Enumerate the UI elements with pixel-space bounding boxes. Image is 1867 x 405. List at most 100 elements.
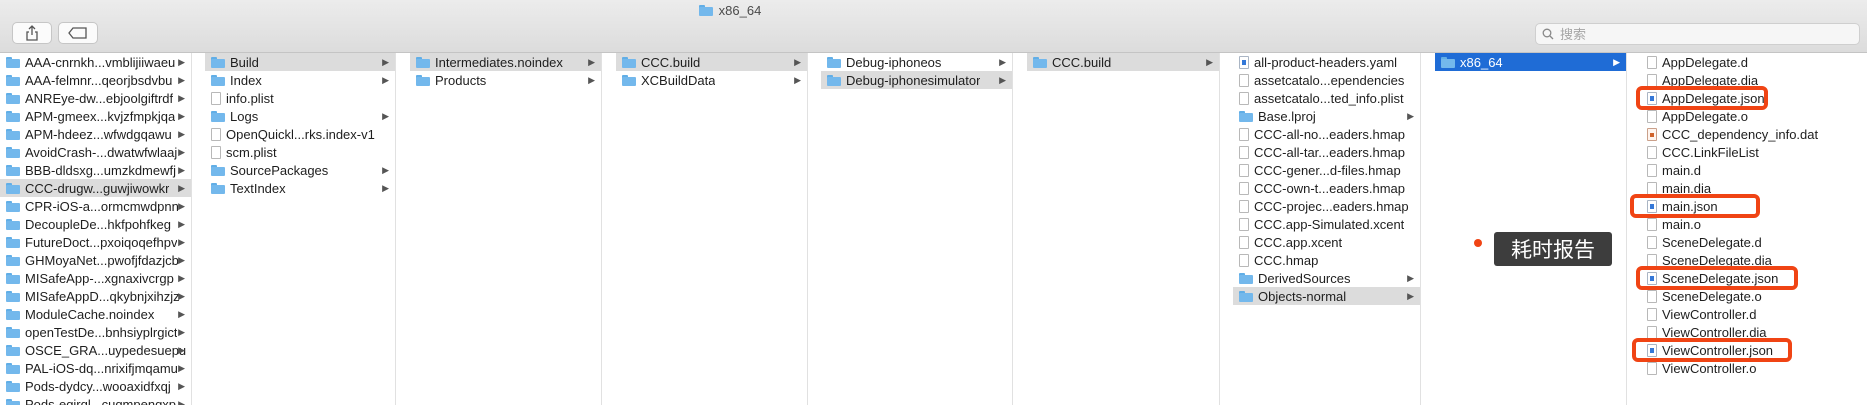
document-icon xyxy=(1239,73,1249,87)
folder-icon xyxy=(827,74,841,86)
file-row[interactable]: CCC-all-no...eaders.hmap xyxy=(1233,125,1420,143)
folder-row[interactable]: CCC.build ▶ xyxy=(616,53,807,71)
folder-row[interactable]: GHMoyaNet...pwofjfdazjcb ▶ xyxy=(0,251,191,269)
folder-row[interactable]: AAA-felmnr...qeorjbsdvbu ▶ xyxy=(0,71,191,89)
folder-row[interactable]: Build ▶ xyxy=(205,53,395,71)
folder-icon xyxy=(827,56,841,68)
file-row[interactable]: AppDelegate.d xyxy=(1641,53,1867,71)
file-row[interactable]: assetcatalo...ependencies xyxy=(1233,71,1420,89)
chevron-right-icon: ▶ xyxy=(1613,56,1620,67)
item-name: Pods-dydcy...wooaxidfxqj xyxy=(25,378,171,394)
search-field[interactable] xyxy=(1535,23,1860,45)
file-row[interactable]: CCC.hmap xyxy=(1233,251,1420,269)
folder-row[interactable]: Debug-iphoneos ▶ xyxy=(821,53,1012,71)
item-name: BBB-dldsxg...umzkdmewfj xyxy=(25,162,176,178)
folder-row[interactable]: AvoidCrash-...dwatwfwlaaj ▶ xyxy=(0,143,191,161)
document-icon xyxy=(1647,145,1657,159)
folder-row[interactable]: Products ▶ xyxy=(410,71,601,89)
chevron-right-icon: ▶ xyxy=(178,146,185,157)
column-7[interactable]: x86_64 ▶ xyxy=(1435,53,1627,405)
item-name: AppDelegate.d xyxy=(1662,54,1749,70)
folder-row[interactable]: XCBuildData ▶ xyxy=(616,71,807,89)
file-row[interactable]: CCC-gener...d-files.hmap xyxy=(1233,161,1420,179)
folder-row[interactable]: DecoupleDe...hkfpohfkeg ▶ xyxy=(0,215,191,233)
folder-row[interactable]: openTestDe...bnhsiyplrgict ▶ xyxy=(0,323,191,341)
file-row[interactable]: ViewController.d xyxy=(1641,305,1867,323)
folder-row[interactable]: Base.lproj ▶ xyxy=(1233,107,1420,125)
folder-row[interactable]: Objects-normal ▶ xyxy=(1233,287,1420,305)
chevron-right-icon: ▶ xyxy=(382,110,389,121)
folder-row[interactable]: Index ▶ xyxy=(205,71,395,89)
column-6[interactable]: all-product-headers.yaml assetcatalo...ep… xyxy=(1233,53,1421,405)
document-icon xyxy=(1647,163,1657,177)
file-row[interactable]: CCC.app-Simulated.xcent xyxy=(1233,215,1420,233)
file-row[interactable]: CCC-all-tar...eaders.hmap xyxy=(1233,143,1420,161)
column-4[interactable]: Debug-iphoneos ▶ Debug-iphonesimulator ▶ xyxy=(821,53,1013,405)
folder-row[interactable]: CCC-drugw...guwjiwowkr ▶ xyxy=(0,179,191,197)
tag-button[interactable] xyxy=(58,22,98,44)
folder-row[interactable]: Debug-iphonesimulator ▶ xyxy=(821,71,1012,89)
column-0[interactable]: AAA-cnrnkh...vmblijiiwaeu ▶ AAA-felmnr...q… xyxy=(0,53,192,405)
item-name: CCC-drugw...guwjiwowkr xyxy=(25,180,170,196)
item-name: PAL-iOS-dq...nrixifjmqamu xyxy=(25,360,178,376)
column-5[interactable]: CCC.build ▶ xyxy=(1027,53,1220,405)
folder-row[interactable]: TextIndex ▶ xyxy=(205,179,395,197)
folder-icon xyxy=(6,344,20,356)
chevron-right-icon: ▶ xyxy=(178,308,185,319)
file-row[interactable]: CCC.app.xcent xyxy=(1233,233,1420,251)
file-row[interactable]: CCC.LinkFileList xyxy=(1641,143,1867,161)
window-titlebar: x86_64 xyxy=(0,0,1867,53)
file-row[interactable]: assetcatalo...ted_info.plist xyxy=(1233,89,1420,107)
file-row[interactable]: CCC-projec...eaders.hmap xyxy=(1233,197,1420,215)
folder-row[interactable]: Pods-egjrql...cuqmpengxp ▶ xyxy=(0,395,191,405)
column-1[interactable]: Build ▶ Index ▶ info.plist Logs ▶ OpenQuickl...… xyxy=(205,53,396,405)
file-row[interactable]: main.d xyxy=(1641,161,1867,179)
item-name: ViewController.o xyxy=(1662,360,1757,376)
share-button[interactable] xyxy=(12,22,52,44)
item-name: ViewController.d xyxy=(1662,306,1757,322)
item-name: SceneDelegate.d xyxy=(1662,234,1762,250)
folder-row[interactable]: APM-hdeez...wfwdgqawu ▶ xyxy=(0,125,191,143)
folder-row[interactable]: SourcePackages ▶ xyxy=(205,161,395,179)
folder-row[interactable]: PAL-iOS-dq...nrixifjmqamu ▶ xyxy=(0,359,191,377)
folder-row[interactable]: MISafeApp-...xgnaxivcrgp ▶ xyxy=(0,269,191,287)
share-icon xyxy=(26,25,38,41)
folder-row[interactable]: ANREye-dw...ebjoolgiftrdf ▶ xyxy=(0,89,191,107)
file-row[interactable]: info.plist xyxy=(205,89,395,107)
document-icon xyxy=(211,127,221,141)
folder-row[interactable]: FutureDoct...pxoiqoqefhpv ▶ xyxy=(0,233,191,251)
folder-row[interactable]: APM-gmeex...kvjzfmpkjqa ▶ xyxy=(0,107,191,125)
folder-row[interactable]: BBB-dldsxg...umzkdmewfj ▶ xyxy=(0,161,191,179)
file-row[interactable]: CCC-own-t...eaders.hmap xyxy=(1233,179,1420,197)
folder-row[interactable]: DerivedSources ▶ xyxy=(1233,269,1420,287)
folder-row[interactable]: OSCE_GRA...uypedesuepu ▶ xyxy=(0,341,191,359)
item-name: TextIndex xyxy=(230,180,286,196)
chevron-right-icon: ▶ xyxy=(1407,290,1414,301)
folder-row[interactable]: AAA-cnrnkh...vmblijiiwaeu ▶ xyxy=(0,53,191,71)
folder-icon xyxy=(6,290,20,302)
folder-row[interactable]: Intermediates.noindex ▶ xyxy=(410,53,601,71)
folder-icon xyxy=(622,74,636,86)
document-icon xyxy=(1239,145,1249,159)
folder-row[interactable]: MISafeAppD...qkybnjxihzjz ▶ xyxy=(0,287,191,305)
folder-row[interactable]: CPR-iOS-a...ormcmwdpnn ▶ xyxy=(0,197,191,215)
folder-row[interactable]: CCC.build ▶ xyxy=(1027,53,1219,71)
item-name: Products xyxy=(435,72,487,88)
chevron-right-icon: ▶ xyxy=(178,218,185,229)
folder-row[interactable]: Logs ▶ xyxy=(205,107,395,125)
folder-row[interactable]: Pods-dydcy...wooaxidfxqj ▶ xyxy=(0,377,191,395)
file-row[interactable]: scm.plist xyxy=(205,143,395,161)
item-name: x86_64 xyxy=(1460,54,1503,70)
file-row[interactable]: CCC_dependency_info.dat xyxy=(1641,125,1867,143)
file-row[interactable]: all-product-headers.yaml xyxy=(1233,53,1420,71)
folder-row[interactable]: x86_64 ▶ xyxy=(1435,53,1626,71)
column-3[interactable]: CCC.build ▶ XCBuildData ▶ xyxy=(616,53,808,405)
file-row[interactable]: SceneDelegate.d xyxy=(1641,233,1867,251)
item-name: openTestDe...bnhsiyplrgict xyxy=(25,324,178,340)
column-2[interactable]: Intermediates.noindex ▶ Products ▶ xyxy=(410,53,602,405)
folder-icon xyxy=(416,56,430,68)
file-row[interactable]: OpenQuickl...rks.index-v1 xyxy=(205,125,395,143)
folder-row[interactable]: ModuleCache.noindex ▶ xyxy=(0,305,191,323)
search-input[interactable] xyxy=(1560,26,1840,42)
item-name: XCBuildData xyxy=(641,72,716,88)
